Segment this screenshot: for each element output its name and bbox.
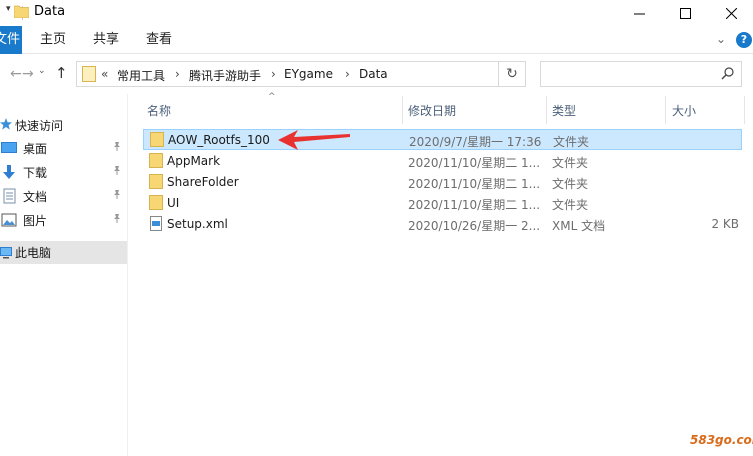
breadcrumb-separator-icon[interactable]: › — [345, 67, 350, 81]
maximize-button[interactable] — [662, 0, 708, 26]
file-row[interactable]: Setup.xml 2020/10/26/星期一 2... XML 文档 2 K… — [143, 214, 742, 235]
column-header-date[interactable]: 修改日期 — [408, 102, 456, 119]
file-name: Setup.xml — [167, 217, 228, 231]
search-icon[interactable] — [721, 66, 735, 83]
pin-icon[interactable] — [112, 165, 122, 178]
watermark: 583go.com — [690, 433, 753, 447]
column-divider[interactable] — [665, 96, 666, 124]
file-name: UI — [167, 196, 180, 210]
sidebar-item-documents[interactable]: 文档 — [0, 185, 127, 207]
tab-home[interactable]: 主页 — [40, 26, 66, 54]
folder-icon — [82, 66, 96, 85]
help-icon[interactable]: ? — [736, 32, 752, 48]
pin-icon[interactable] — [112, 141, 122, 154]
ribbon-collapse-icon[interactable]: ⌄ — [716, 32, 726, 46]
ribbon-tabs: 文件 主页 共享 查看 ⌄ ? — [0, 26, 753, 54]
column-divider[interactable] — [744, 96, 745, 124]
file-date: 2020/10/26/星期一 2... — [408, 219, 541, 233]
pin-icon[interactable] — [112, 213, 122, 226]
desktop-icon — [0, 140, 18, 156]
breadcrumb-item[interactable]: 腾讯手游助手 — [189, 67, 261, 84]
sidebar-item-label: 此电脑 — [15, 246, 52, 260]
file-date: 2020/11/10/星期二 1... — [408, 198, 541, 212]
breadcrumb-item[interactable]: EYgame — [284, 67, 333, 81]
sidebar-item-quick-access[interactable]: 快速访问 — [0, 114, 127, 136]
navigation-bar: ← → ⌄ ↑ « 常用工具 › 腾讯手游助手 › EYgame › Data … — [0, 54, 753, 94]
sidebar-item-pictures[interactable]: 图片 — [0, 209, 127, 231]
file-row[interactable]: AppMark 2020/11/10/星期二 1... 文件夹 — [143, 151, 742, 172]
search-input[interactable] — [540, 61, 742, 87]
file-list: ^ 名称 修改日期 类型 大小 AOW_Rootfs_100 2020/9/7/… — [138, 92, 753, 456]
quick-access-dropdown-icon[interactable]: ▾ — [6, 4, 11, 14]
breadcrumb-separator-icon[interactable]: › — [175, 67, 180, 81]
sort-ascending-icon: ^ — [268, 92, 276, 102]
file-type: XML 文档 — [552, 219, 606, 233]
tab-file-label: 文件 — [0, 32, 21, 47]
sidebar-item-this-pc[interactable]: 此电脑 — [0, 241, 127, 264]
breadcrumb-separator-icon[interactable]: › — [271, 67, 276, 81]
sidebar-item-label: 文档 — [23, 190, 48, 204]
sidebar-item-label: 快速访问 — [15, 119, 64, 133]
recent-locations-chevron-icon[interactable]: ⌄ — [38, 66, 46, 76]
folder-icon — [150, 132, 164, 150]
window-title: Data — [34, 4, 66, 19]
sidebar-item-label: 桌面 — [23, 142, 48, 156]
sidebar-item-downloads[interactable]: 下载 — [0, 161, 127, 183]
column-header-type[interactable]: 类型 — [552, 102, 576, 119]
picture-icon — [0, 212, 18, 228]
folder-icon — [149, 153, 163, 171]
folder-icon — [149, 174, 163, 192]
file-type: 文件夹 — [553, 135, 590, 149]
file-date: 2020/11/10/星期二 1... — [408, 156, 541, 170]
minimize-button[interactable] — [616, 0, 662, 26]
overflow-chevron-icon[interactable]: « — [101, 67, 108, 81]
file-type: 文件夹 — [552, 177, 589, 191]
breadcrumb-item[interactable]: 常用工具 — [117, 67, 165, 84]
xml-file-icon — [149, 216, 163, 234]
navigation-pane: 快速访问 桌面 下载 文档 图片 此电脑 — [0, 94, 127, 456]
breadcrumb-item-current[interactable]: Data — [359, 67, 388, 81]
tab-file[interactable]: 文件 — [0, 26, 22, 54]
pin-icon[interactable] — [112, 189, 122, 202]
close-button[interactable] — [708, 0, 753, 26]
tab-share[interactable]: 共享 — [93, 26, 119, 54]
file-name: AOW_Rootfs_100 — [168, 133, 270, 147]
column-divider[interactable] — [546, 96, 547, 124]
file-date: 2020/9/7/星期一 17:36 — [409, 135, 542, 149]
column-header-size[interactable]: 大小 — [672, 102, 696, 119]
sidebar-item-desktop[interactable]: 桌面 — [0, 137, 127, 159]
file-size: 2 KB — [711, 217, 739, 231]
title-bar: ▾ Data — [0, 0, 753, 26]
sidebar-item-label: 图片 — [23, 214, 48, 228]
column-divider[interactable] — [402, 96, 403, 124]
red-arrow-annotation — [278, 130, 350, 150]
pane-divider[interactable] — [127, 94, 128, 456]
document-icon — [0, 188, 18, 204]
file-row[interactable]: AOW_Rootfs_100 2020/9/7/星期一 17:36 文件夹 — [143, 129, 742, 150]
tab-view[interactable]: 查看 — [146, 26, 172, 54]
column-header-name[interactable]: 名称 — [147, 102, 171, 119]
refresh-button[interactable]: ↻ — [499, 61, 526, 87]
file-date: 2020/11/10/星期二 1... — [408, 177, 541, 191]
up-button[interactable]: ↑ — [55, 64, 68, 82]
file-name: ShareFolder — [167, 175, 239, 189]
file-row[interactable]: ShareFolder 2020/11/10/星期二 1... 文件夹 — [143, 172, 742, 193]
back-button[interactable]: ← — [10, 66, 22, 82]
sidebar-item-label: 下载 — [23, 166, 48, 180]
folder-icon — [149, 195, 163, 213]
file-name: AppMark — [167, 154, 221, 168]
file-type: 文件夹 — [552, 156, 589, 170]
forward-button[interactable]: → — [22, 66, 34, 82]
folder-icon — [13, 5, 30, 21]
download-icon — [0, 164, 18, 180]
address-bar[interactable]: « 常用工具 › 腾讯手游助手 › EYgame › Data ⌄ — [76, 61, 561, 87]
file-type: 文件夹 — [552, 198, 589, 212]
file-row[interactable]: UI 2020/11/10/星期二 1... 文件夹 — [143, 193, 742, 214]
